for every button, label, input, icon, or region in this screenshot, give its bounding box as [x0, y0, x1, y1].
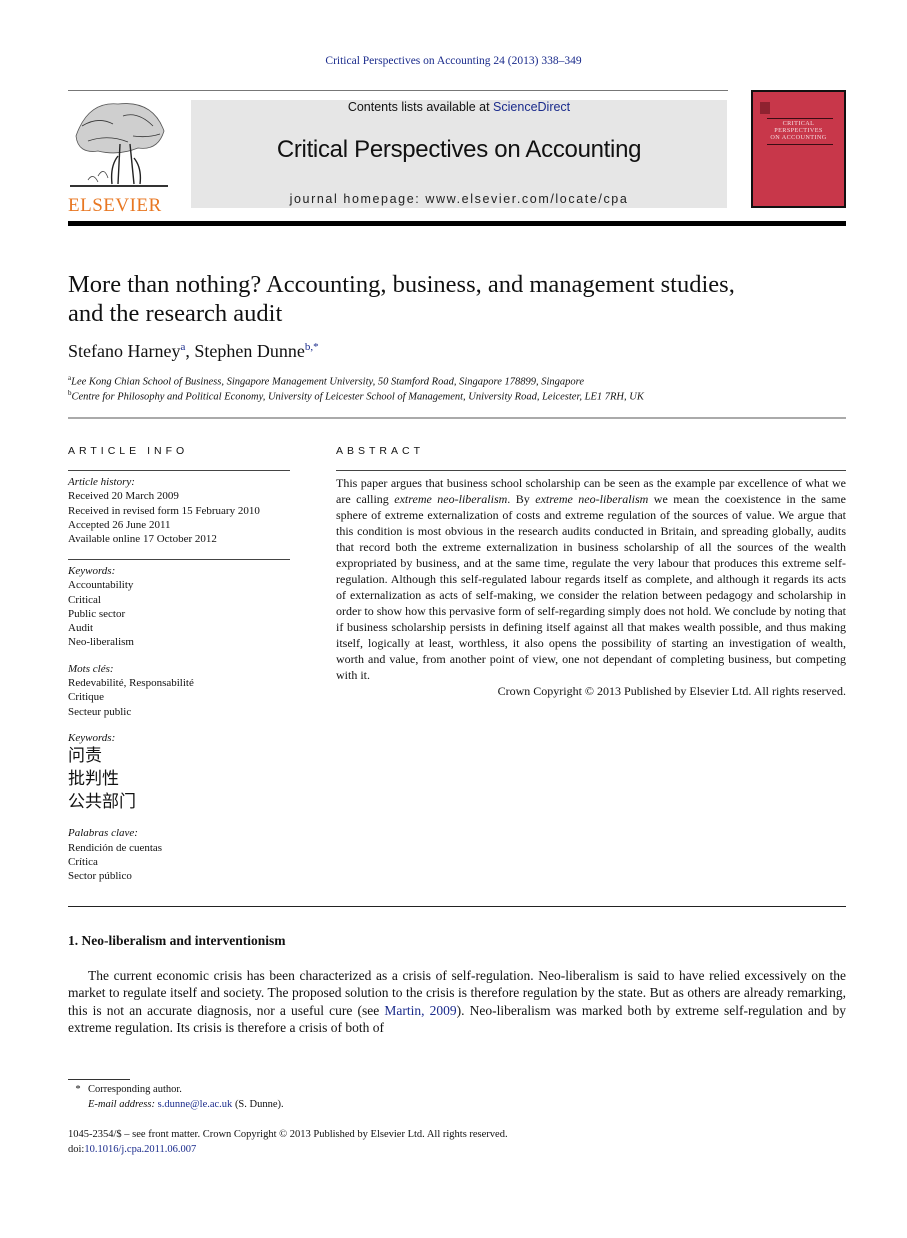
- section-divider: [68, 417, 846, 419]
- affiliation-link[interactable]: b,*: [305, 341, 319, 353]
- sciencedirect-link[interactable]: ScienceDirect: [493, 100, 570, 114]
- affiliation: aLee Kong Chian School of Business, Sing…: [68, 374, 585, 388]
- abstract-text: This paper argues that business school s…: [336, 475, 846, 699]
- footnote-rule: [68, 1079, 130, 1080]
- divider: [336, 470, 846, 471]
- cover-rule: [767, 118, 833, 119]
- article-info-label: ARTICLE INFO: [68, 445, 189, 457]
- keyword: Rendición de cuentas: [68, 841, 163, 854]
- abstract-paragraph: This paper argues that business school s…: [336, 476, 846, 682]
- keyword: 问责: [68, 746, 102, 767]
- email-link[interactable]: s.dunne@le.ac.uk: [158, 1099, 233, 1110]
- keyword: 批判性: [68, 769, 119, 790]
- keywords: Keywords: Accountability Critical Public…: [68, 564, 290, 883]
- cover-emblem-icon: [760, 102, 770, 114]
- history-item: Accepted 26 June 2011: [68, 518, 171, 531]
- cover-title: CRITICAL PERSPECTIVES ON ACCOUNTING: [770, 120, 827, 141]
- author-name: Stefano Harney: [68, 341, 181, 361]
- doi-link[interactable]: 10.1016/j.cpa.2011.06.007: [84, 1144, 196, 1155]
- journal-homepage[interactable]: journal homepage: www.elsevier.com/locat…: [191, 192, 727, 206]
- author-name: Stephen Dunne: [194, 341, 305, 361]
- keywords-heading: Palabras clave:: [68, 827, 138, 840]
- keyword: Secteur public: [68, 705, 132, 718]
- affiliation: bCentre for Philosophy and Political Eco…: [68, 389, 644, 403]
- section-heading: 1. Neo-liberalism and interventionism: [68, 933, 286, 948]
- keywords-heading: Keywords:: [68, 731, 116, 744]
- keyword: Sector público: [68, 870, 132, 883]
- keywords-heading: Mots clés:: [68, 662, 114, 675]
- keywords-heading: Keywords:: [68, 565, 116, 577]
- abstract-copyright: Crown Copyright © 2013 Published by Else…: [497, 684, 846, 698]
- keyword: Crítica: [68, 855, 98, 868]
- footnote-email: E-mail address: s.dunne@le.ac.uk (S. Dun…: [88, 1099, 284, 1110]
- article-title: More than nothing? Accounting, business,…: [68, 271, 735, 327]
- header-divider: [68, 221, 846, 226]
- history-item: Available online 17 October 2012: [68, 533, 217, 546]
- cover-rule: [767, 144, 833, 145]
- divider: [68, 470, 290, 471]
- citation-link[interactable]: Martin, 2009: [384, 1003, 456, 1018]
- keyword: Critique: [68, 691, 105, 704]
- section-divider: [68, 906, 846, 907]
- footnote-corresponding: * Corresponding author.: [75, 1084, 182, 1095]
- header-rule: [68, 90, 728, 91]
- history-item: Received in revised form 15 February 201…: [68, 504, 260, 517]
- abstract-label: ABSTRACT: [336, 445, 425, 457]
- keyword: Audit: [68, 622, 94, 635]
- front-matter: 1045-2354/$ – see front matter. Crown Co…: [68, 1129, 508, 1140]
- journal-cover[interactable]: CRITICAL PERSPECTIVES ON ACCOUNTING: [751, 90, 846, 208]
- running-head[interactable]: Critical Perspectives on Accounting 24 (…: [0, 55, 907, 67]
- keyword: Public sector: [68, 607, 126, 620]
- elsevier-wordmark: ELSEVIER: [68, 195, 162, 216]
- body-paragraph: The current economic crisis has been cha…: [68, 968, 846, 1035]
- contents-available: Contents lists available at ScienceDirec…: [347, 100, 571, 114]
- elsevier-logo[interactable]: ELSEVIER: [68, 96, 170, 216]
- keyword: Critical: [68, 593, 101, 606]
- keyword: 公共部门: [68, 792, 136, 813]
- keyword: Redevabilité, Responsabilité: [68, 677, 194, 690]
- keyword: Accountability: [68, 579, 134, 592]
- history-item: Received 20 March 2009: [68, 490, 179, 503]
- doi-line: doi:10.1016/j.cpa.2011.06.007: [68, 1144, 197, 1155]
- elsevier-tree-icon: [70, 103, 168, 187]
- author-list: Stefano Harneya, Stephen Dunneb,*: [68, 341, 319, 361]
- article-history: Article history: Received 20 March 2009 …: [68, 475, 290, 546]
- journal-title: Critical Perspectives on Accounting: [276, 136, 642, 163]
- divider: [68, 559, 290, 560]
- journal-banner: Contents lists available at ScienceDirec…: [191, 100, 727, 208]
- keyword: Neo-liberalism: [68, 636, 134, 649]
